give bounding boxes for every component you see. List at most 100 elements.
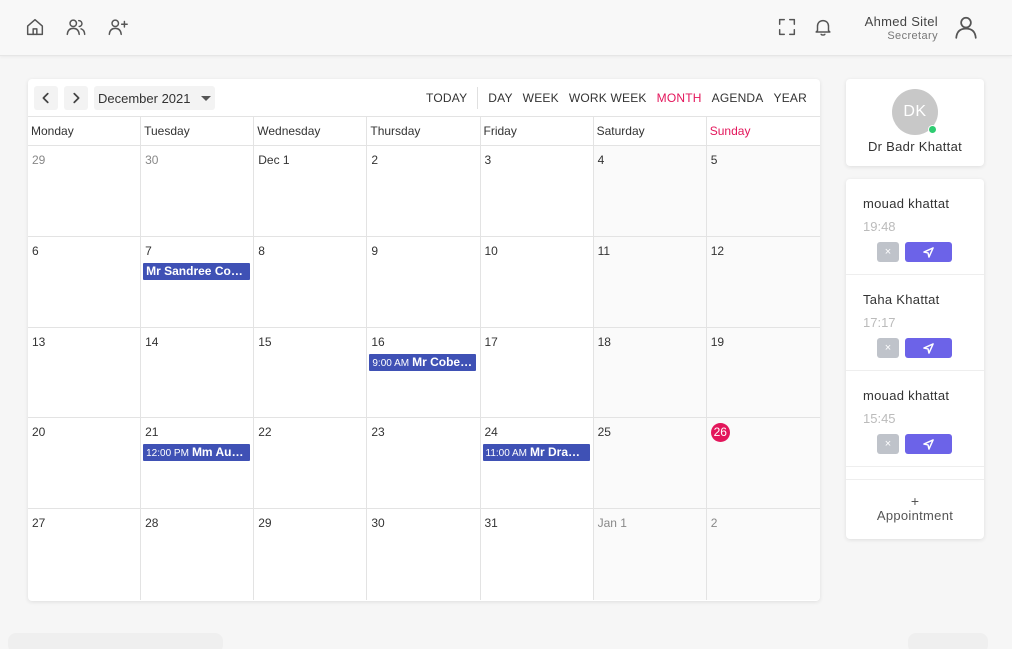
add-user-icon[interactable]	[105, 14, 131, 40]
view-agenda[interactable]: AGENDA	[707, 91, 769, 105]
day-number[interactable]: 24	[485, 425, 498, 439]
day-number[interactable]: 7	[145, 244, 152, 258]
appointment-event[interactable]: 9:00 AM Mr Cobee ...	[369, 353, 477, 371]
calendar-day-cell[interactable]: 23	[367, 418, 481, 509]
users-icon[interactable]	[63, 14, 89, 40]
calendar-day-cell[interactable]: 20	[28, 418, 142, 509]
view-year[interactable]: YEAR	[769, 91, 812, 105]
user-info[interactable]: Ahmed Sitel Secretary	[865, 14, 938, 42]
calendar-day-cell[interactable]: 30	[367, 509, 481, 600]
calendar-day-cell[interactable]: 13	[28, 327, 142, 418]
view-work-week[interactable]: WORK WEEK	[564, 91, 652, 105]
calendar-day-cell[interactable]: 29	[28, 146, 142, 236]
calendar-day-cell[interactable]: 24 11:00 AM Mr Drak ...	[481, 418, 594, 509]
calendar-day-cell[interactable]: 14	[141, 327, 255, 418]
day-number[interactable]: 30	[371, 516, 384, 530]
day-number[interactable]: 17	[485, 335, 498, 349]
day-number[interactable]: 9	[371, 244, 378, 258]
weekday-thursday: Thursday	[367, 117, 481, 145]
day-number[interactable]: 11	[598, 244, 610, 258]
day-number[interactable]: Jan 1	[598, 516, 627, 530]
day-number[interactable]: 2	[711, 516, 718, 530]
appointment-event[interactable]: Mr Sandree Cons...	[143, 262, 251, 280]
calendar-day-cell[interactable]: 27	[28, 509, 142, 600]
bell-icon[interactable]	[810, 14, 836, 40]
calendar-day-cell[interactable]: 6	[28, 236, 142, 327]
day-number[interactable]: 23	[371, 425, 384, 439]
day-number[interactable]: 8	[258, 244, 265, 258]
calendar-day-cell[interactable]: 29	[254, 509, 368, 600]
send-button[interactable]	[905, 338, 952, 358]
view-day[interactable]: DAY	[483, 91, 517, 105]
calendar-day-cell[interactable]: 22	[254, 418, 368, 509]
day-number[interactable]: 28	[145, 516, 158, 530]
day-number[interactable]: 15	[258, 335, 271, 349]
day-number[interactable]: 2	[371, 153, 378, 167]
day-number[interactable]: 22	[258, 425, 271, 439]
reject-button[interactable]: ×	[877, 434, 899, 454]
send-button[interactable]	[905, 242, 952, 262]
calendar-day-cell[interactable]: 8	[254, 236, 368, 327]
calendar-day-cell[interactable]: 21 12:00 PM Mm Auro...	[141, 418, 255, 509]
day-number[interactable]: 31	[485, 516, 498, 530]
calendar-day-cell[interactable]: 9	[367, 236, 481, 327]
day-number[interactable]: 20	[32, 425, 45, 439]
calendar-day-cell[interactable]: 10	[481, 236, 594, 327]
day-number[interactable]: 12	[711, 244, 724, 258]
calendar-day-cell[interactable]: 26	[706, 418, 820, 509]
calendar-day-cell[interactable]: Dec 1	[254, 146, 368, 236]
send-button[interactable]	[905, 434, 952, 454]
view-month[interactable]: MONTH	[652, 91, 707, 105]
calendar-day-cell[interactable]: 5	[706, 146, 820, 236]
calendar-day-cell[interactable]: 30	[141, 146, 255, 236]
calendar-day-cell[interactable]: 15	[254, 327, 368, 418]
calendar-day-cell[interactable]: 2	[367, 146, 481, 236]
day-number[interactable]: 13	[32, 335, 45, 349]
day-number[interactable]: 10	[485, 244, 498, 258]
prev-month-button[interactable]	[34, 86, 58, 110]
day-number[interactable]: 27	[32, 516, 45, 530]
calendar-day-cell[interactable]: 18	[593, 327, 707, 418]
calendar-day-cell[interactable]: Jan 1	[593, 509, 707, 600]
day-number[interactable]: 30	[145, 153, 158, 167]
next-month-button[interactable]	[64, 86, 88, 110]
view-week[interactable]: WEEK	[518, 91, 564, 105]
day-number[interactable]: 29	[258, 516, 271, 530]
fullscreen-icon[interactable]	[774, 14, 800, 40]
calendar-day-cell[interactable]: 11	[593, 236, 707, 327]
appointment-event[interactable]: 12:00 PM Mm Auro...	[143, 444, 251, 462]
appointment-event[interactable]: 11:00 AM Mr Drak ...	[482, 444, 590, 462]
calendar-day-cell[interactable]: 2	[706, 509, 820, 600]
day-number[interactable]: 21	[145, 425, 158, 439]
reject-button[interactable]: ×	[877, 242, 899, 262]
user-icon[interactable]	[952, 12, 980, 42]
day-number[interactable]: 25	[598, 425, 611, 439]
today-button[interactable]: TODAY	[421, 91, 472, 105]
calendar-day-cell[interactable]: 7 Mr Sandree Cons...	[141, 236, 255, 327]
day-number[interactable]: 6	[32, 244, 39, 258]
day-number[interactable]: 14	[145, 335, 158, 349]
day-number[interactable]: 4	[598, 153, 605, 167]
calendar-day-cell[interactable]: 4	[593, 146, 707, 236]
day-number[interactable]: 5	[711, 153, 718, 167]
calendar-day-cell[interactable]: 28	[141, 509, 255, 600]
calendar-day-cell[interactable]: 31	[481, 509, 594, 600]
day-number[interactable]: 19	[711, 335, 724, 349]
today-date-badge[interactable]: 26	[710, 422, 730, 442]
add-appointment-button[interactable]: + Appointment	[846, 479, 984, 539]
period-selector[interactable]: December 2021	[94, 86, 215, 110]
calendar-day-cell[interactable]: 3	[481, 146, 594, 236]
day-number[interactable]: 16	[371, 335, 384, 349]
calendar-day-cell[interactable]: 17	[481, 327, 594, 418]
home-icon[interactable]	[22, 14, 48, 40]
calendar-day-cell[interactable]: 19	[706, 327, 820, 418]
calendar-day-cell[interactable]: 25	[593, 418, 707, 509]
day-number[interactable]: Dec 1	[258, 153, 289, 167]
day-number[interactable]: 29	[32, 153, 45, 167]
reject-button[interactable]: ×	[877, 338, 899, 358]
day-number[interactable]: 3	[485, 153, 492, 167]
calendar-day-cell[interactable]: 16 9:00 AM Mr Cobee ...	[367, 327, 481, 418]
doctor-card[interactable]: DK Dr Badr Khattat	[846, 79, 984, 166]
day-number[interactable]: 18	[598, 335, 611, 349]
calendar-day-cell[interactable]: 12	[706, 236, 820, 327]
